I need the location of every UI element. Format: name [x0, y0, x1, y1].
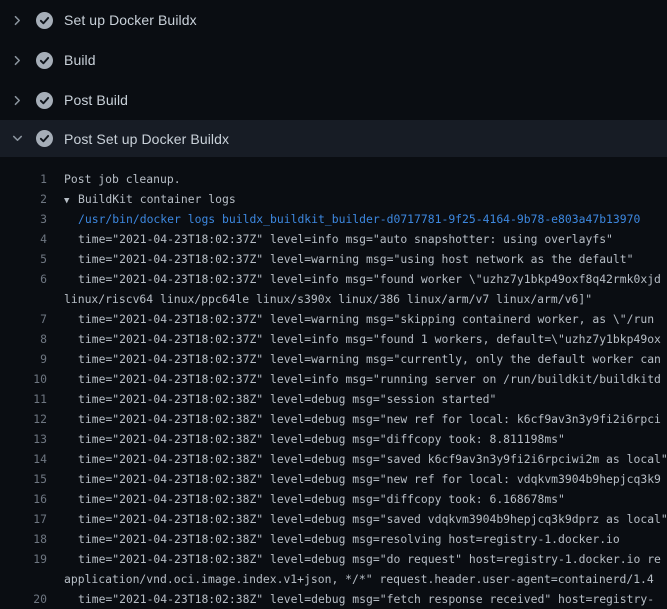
log-line: 18time="2021-04-23T18:02:38Z" level=debu… [0, 529, 667, 549]
line-number [0, 289, 47, 309]
log-text: time="2021-04-23T18:02:38Z" level=debug … [47, 389, 496, 409]
log-text: time="2021-04-23T18:02:38Z" level=debug … [47, 489, 565, 509]
line-number[interactable]: 16 [0, 489, 47, 509]
log-text: time="2021-04-23T18:02:37Z" level=warnin… [47, 349, 661, 369]
log-text: time="2021-04-23T18:02:37Z" level=info m… [47, 269, 661, 289]
log-text: time="2021-04-23T18:02:38Z" level=debug … [47, 449, 667, 469]
step-label: Post Build [64, 92, 128, 108]
log-text: time="2021-04-23T18:02:37Z" level=info m… [47, 369, 661, 389]
line-number[interactable]: 17 [0, 509, 47, 529]
step-label: Post Set up Docker Buildx [64, 131, 229, 147]
step-row-post-set-up-docker-buildx[interactable]: Post Set up Docker Buildx [0, 120, 667, 157]
line-number[interactable]: 6 [0, 269, 47, 289]
log-line: 19time="2021-04-23T18:02:38Z" level=debu… [0, 549, 667, 569]
log-text: time="2021-04-23T18:02:37Z" level=info m… [47, 329, 661, 349]
log-line: 14time="2021-04-23T18:02:38Z" level=debu… [0, 449, 667, 469]
log-text: time="2021-04-23T18:02:38Z" level=debug … [47, 409, 661, 429]
line-number[interactable]: 11 [0, 389, 47, 409]
line-number[interactable]: 14 [0, 449, 47, 469]
log-text: time="2021-04-23T18:02:38Z" level=debug … [47, 529, 620, 549]
line-number[interactable]: 9 [0, 349, 47, 369]
line-number[interactable]: 4 [0, 229, 47, 249]
check-circle-icon [36, 92, 53, 109]
log-text: time="2021-04-23T18:02:37Z" level=warnin… [47, 249, 633, 269]
log-text: time="2021-04-23T18:02:37Z" level=info m… [47, 229, 613, 249]
log-line: 20time="2021-04-23T18:02:38Z" level=debu… [0, 589, 667, 609]
step-row-post-build[interactable]: Post Build [0, 80, 667, 120]
line-number[interactable]: 5 [0, 249, 47, 269]
log-line: 10time="2021-04-23T18:02:37Z" level=info… [0, 369, 667, 389]
log-line: 5time="2021-04-23T18:02:37Z" level=warni… [0, 249, 667, 269]
line-number[interactable]: 8 [0, 329, 47, 349]
line-number[interactable]: 2 [0, 189, 47, 209]
log-line: 6time="2021-04-23T18:02:37Z" level=info … [0, 269, 667, 289]
steps-list: Set up Docker Buildx Build Post Build Post … [0, 0, 667, 157]
check-circle-icon [36, 130, 53, 147]
step-row-build[interactable]: Build [0, 40, 667, 80]
log-line: 17time="2021-04-23T18:02:38Z" level=debu… [0, 509, 667, 529]
log-text: time="2021-04-23T18:02:38Z" level=debug … [47, 549, 661, 569]
log-text: time="2021-04-23T18:02:38Z" level=debug … [47, 429, 565, 449]
log-line: 15time="2021-04-23T18:02:38Z" level=debu… [0, 469, 667, 489]
log-line: 9time="2021-04-23T18:02:37Z" level=warni… [0, 349, 667, 369]
actions-log-viewer: { "colors": { "background": "#0a0d12", "… [0, 0, 667, 600]
line-number[interactable]: 1 [0, 169, 47, 189]
log-text[interactable]: ▼BuildKit container logs [47, 189, 236, 209]
line-number[interactable]: 3 [0, 209, 47, 229]
log-line: 11time="2021-04-23T18:02:38Z" level=debu… [0, 389, 667, 409]
log-line: 13time="2021-04-23T18:02:38Z" level=debu… [0, 429, 667, 449]
group-title: BuildKit container logs [78, 192, 236, 206]
log-line-continuation: application/vnd.oci.image.index.v1+json,… [0, 569, 667, 589]
log-text: time="2021-04-23T18:02:37Z" level=warnin… [47, 309, 654, 329]
check-circle-icon [36, 12, 53, 29]
step-row-set-up-docker-buildx[interactable]: Set up Docker Buildx [0, 0, 667, 40]
log-text: time="2021-04-23T18:02:38Z" level=debug … [47, 469, 661, 489]
step-label: Set up Docker Buildx [64, 12, 197, 28]
log-line: 3/usr/bin/docker logs buildx_buildkit_bu… [0, 209, 667, 229]
log-text: Post job cleanup. [47, 169, 181, 189]
log-line: 12time="2021-04-23T18:02:38Z" level=debu… [0, 409, 667, 429]
line-number[interactable]: 20 [0, 589, 47, 609]
line-number[interactable]: 10 [0, 369, 47, 389]
log-command-text: /usr/bin/docker logs buildx_buildkit_bui… [47, 209, 640, 229]
line-number[interactable]: 12 [0, 409, 47, 429]
line-number[interactable]: 13 [0, 429, 47, 449]
log-text: time="2021-04-23T18:02:38Z" level=debug … [47, 589, 654, 609]
log-line: 4time="2021-04-23T18:02:37Z" level=info … [0, 229, 667, 249]
log-line: 1Post job cleanup. [0, 169, 667, 189]
log-panel: 1Post job cleanup.2▼BuildKit container l… [0, 157, 667, 609]
log-line: 2▼BuildKit container logs [0, 189, 667, 209]
log-text: linux/riscv64 linux/ppc64le linux/s390x … [47, 289, 592, 309]
log-line: 8time="2021-04-23T18:02:37Z" level=info … [0, 329, 667, 349]
chevron-right-icon [12, 55, 23, 66]
group-expand-triangle-icon[interactable]: ▼ [64, 191, 78, 210]
check-circle-icon [36, 52, 53, 69]
log-line: 7time="2021-04-23T18:02:37Z" level=warni… [0, 309, 667, 329]
line-number[interactable]: 19 [0, 549, 47, 569]
chevron-right-icon [12, 95, 23, 106]
chevron-right-icon [12, 15, 23, 26]
line-number[interactable]: 18 [0, 529, 47, 549]
line-number[interactable]: 15 [0, 469, 47, 489]
line-number [0, 569, 47, 589]
chevron-down-icon [12, 133, 23, 144]
log-line-continuation: linux/riscv64 linux/ppc64le linux/s390x … [0, 289, 667, 309]
line-number[interactable]: 7 [0, 309, 47, 329]
log-line: 16time="2021-04-23T18:02:38Z" level=debu… [0, 489, 667, 509]
log-text: application/vnd.oci.image.index.v1+json,… [47, 569, 654, 589]
log-text: time="2021-04-23T18:02:38Z" level=debug … [47, 509, 667, 529]
step-label: Build [64, 52, 96, 68]
